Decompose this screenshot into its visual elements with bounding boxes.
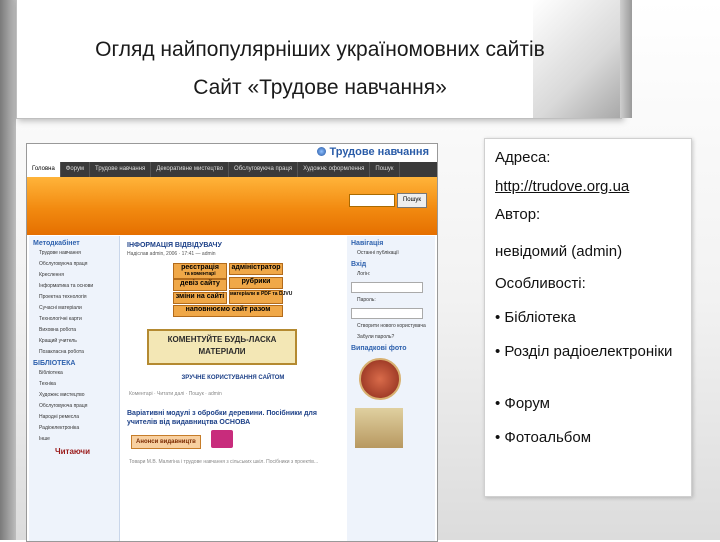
library-item[interactable]: Художнє мистецтво	[39, 392, 113, 398]
nav-heading: Навігація	[351, 240, 384, 247]
site-button-grid: реєстрація та коментарі адміністратор дев…	[123, 261, 343, 321]
nav-tab[interactable]: Пошук	[370, 162, 400, 177]
info-subline: Надіслав admin, 2006 · 17:41 — admin	[127, 251, 216, 257]
address-link[interactable]: http://trudove.org.ua	[495, 178, 629, 195]
login-heading: Вхід	[351, 261, 367, 268]
site-search-input[interactable]	[349, 194, 395, 207]
comment-banner[interactable]: КОМЕНТУЙТЕ БУДЬ-ЛАСКА МАТЕРІАЛИ	[147, 329, 297, 365]
right-decor-stripe	[620, 0, 632, 118]
photo-heading: Випадкові фото	[351, 345, 407, 352]
site-logo[interactable]: Трудове навчання	[317, 146, 429, 158]
password-label: Пароль:	[357, 297, 376, 303]
method-item[interactable]: Інформатика та основи	[39, 283, 113, 289]
nav-item[interactable]: Останні публікації	[357, 250, 429, 256]
library-item[interactable]: Техніка	[39, 381, 113, 387]
login-input[interactable]	[351, 282, 423, 293]
method-item[interactable]: Трудове навчання	[39, 250, 113, 256]
library-item[interactable]: Народні ремесла	[39, 414, 113, 420]
info-panel: Адреса: http://trudove.org.ua Автор: нев…	[484, 138, 692, 497]
random-photo[interactable]	[359, 358, 401, 400]
left-decor-stripe	[0, 0, 16, 540]
article-snippet: Товари М.В. Малигіна і трудове навчання …	[129, 459, 319, 465]
library-item[interactable]: Бібліотека	[39, 370, 113, 376]
author-label: Автор:	[495, 206, 541, 223]
login-label: Логін:	[357, 271, 371, 277]
nav-tab[interactable]: Головна	[27, 162, 61, 177]
method-item[interactable]: Виховна робота	[39, 327, 113, 333]
logo-globe-icon	[317, 147, 327, 156]
site-main-column: ІНФОРМАЦІЯ ВІДВІДУВАЧУ Надіслав admin, 2…	[123, 236, 343, 541]
nav-tab[interactable]: Художнє оформлення	[298, 162, 371, 177]
changes-button[interactable]: зміни на сайті	[173, 292, 227, 304]
site-logo-text: Трудове навчання	[329, 146, 429, 158]
nav-tab[interactable]: Декоративне мистецтво	[151, 162, 230, 177]
nav-tab[interactable]: Форум	[61, 162, 91, 177]
features-label: Особливості:	[495, 275, 586, 292]
site-left-column: Методкабінет Трудове навчання Обслуговую…	[29, 236, 120, 541]
admin-button[interactable]: адміністратор	[229, 263, 283, 275]
slide-title: Огляд найпопулярніших україномовних сайт…	[95, 38, 545, 61]
pdf-button[interactable]: матеріали в PDF та DJVU	[229, 290, 292, 304]
address-label: Адреса:	[495, 149, 551, 166]
motto-button[interactable]: девіз сайту	[173, 279, 227, 291]
website-screenshot: Трудове навчання Головна Форум Трудове н…	[26, 143, 438, 542]
feature-item: • Розділ радіоелектроніки	[495, 343, 673, 360]
library-item[interactable]: Радіоелектроніка	[39, 425, 113, 431]
register-button[interactable]: реєстрація та коментарі	[173, 263, 227, 279]
author-value: невідомий (admin)	[495, 243, 623, 260]
method-item[interactable]: Проектна технологія	[39, 294, 113, 300]
method-item[interactable]: Позакласна робота	[39, 349, 113, 355]
anons-badge[interactable]: Анонси видавництв	[131, 435, 201, 449]
method-item[interactable]: Кращий учитель	[39, 338, 113, 344]
feature-item: • Бібліотека	[495, 309, 576, 326]
password-input[interactable]	[351, 308, 423, 319]
login-link[interactable]: Забули пароль?	[357, 334, 429, 340]
book-icon	[211, 429, 234, 448]
slide-subtitle: Сайт «Трудове навчання»	[193, 76, 447, 99]
login-link[interactable]: Створити нового користувача	[357, 323, 429, 329]
nav-tab[interactable]: Трудове навчання	[90, 162, 152, 177]
library-item[interactable]: Інше	[39, 436, 113, 442]
convenient-link[interactable]: ЗРУЧНЕ КОРИСТУВАННЯ САЙТОМ	[123, 375, 343, 381]
library-item[interactable]: Обслуговуюча праця	[39, 403, 113, 409]
random-photo[interactable]	[355, 408, 403, 448]
library-heading: БІБЛІОТЕКА	[33, 360, 76, 367]
info-footer: Коментарі · Читати далі · Пошук · admin	[129, 391, 222, 397]
site-search-button[interactable]: Пошук	[397, 193, 427, 208]
method-item[interactable]: Креслення	[39, 272, 113, 278]
article-title[interactable]: Варіативні модулі з обробки деревини. По…	[127, 409, 339, 427]
reading-banner[interactable]: Читаючи	[55, 447, 119, 456]
method-item[interactable]: Сучасні матеріали	[39, 305, 113, 311]
site-navbar: Головна Форум Трудове навчання Декоратив…	[27, 162, 437, 177]
method-item[interactable]: Обслуговуюча праця	[39, 261, 113, 267]
method-item[interactable]: Технологічні карти	[39, 316, 113, 322]
feature-item: • Фотоальбом	[495, 429, 592, 446]
rubrics-button[interactable]: рубрики	[229, 277, 283, 289]
info-heading[interactable]: ІНФОРМАЦІЯ ВІДВІДУВАЧУ	[127, 242, 339, 249]
fill-site-button[interactable]: наповнюємо сайт разом	[173, 305, 283, 317]
site-right-column: Навігація Останні публікації Вхід Логін:…	[347, 236, 435, 541]
method-heading: Методкабінет	[33, 240, 80, 247]
feature-item: • Форум	[495, 395, 550, 412]
nav-tab[interactable]: Обслуговуюча праця	[229, 162, 299, 177]
